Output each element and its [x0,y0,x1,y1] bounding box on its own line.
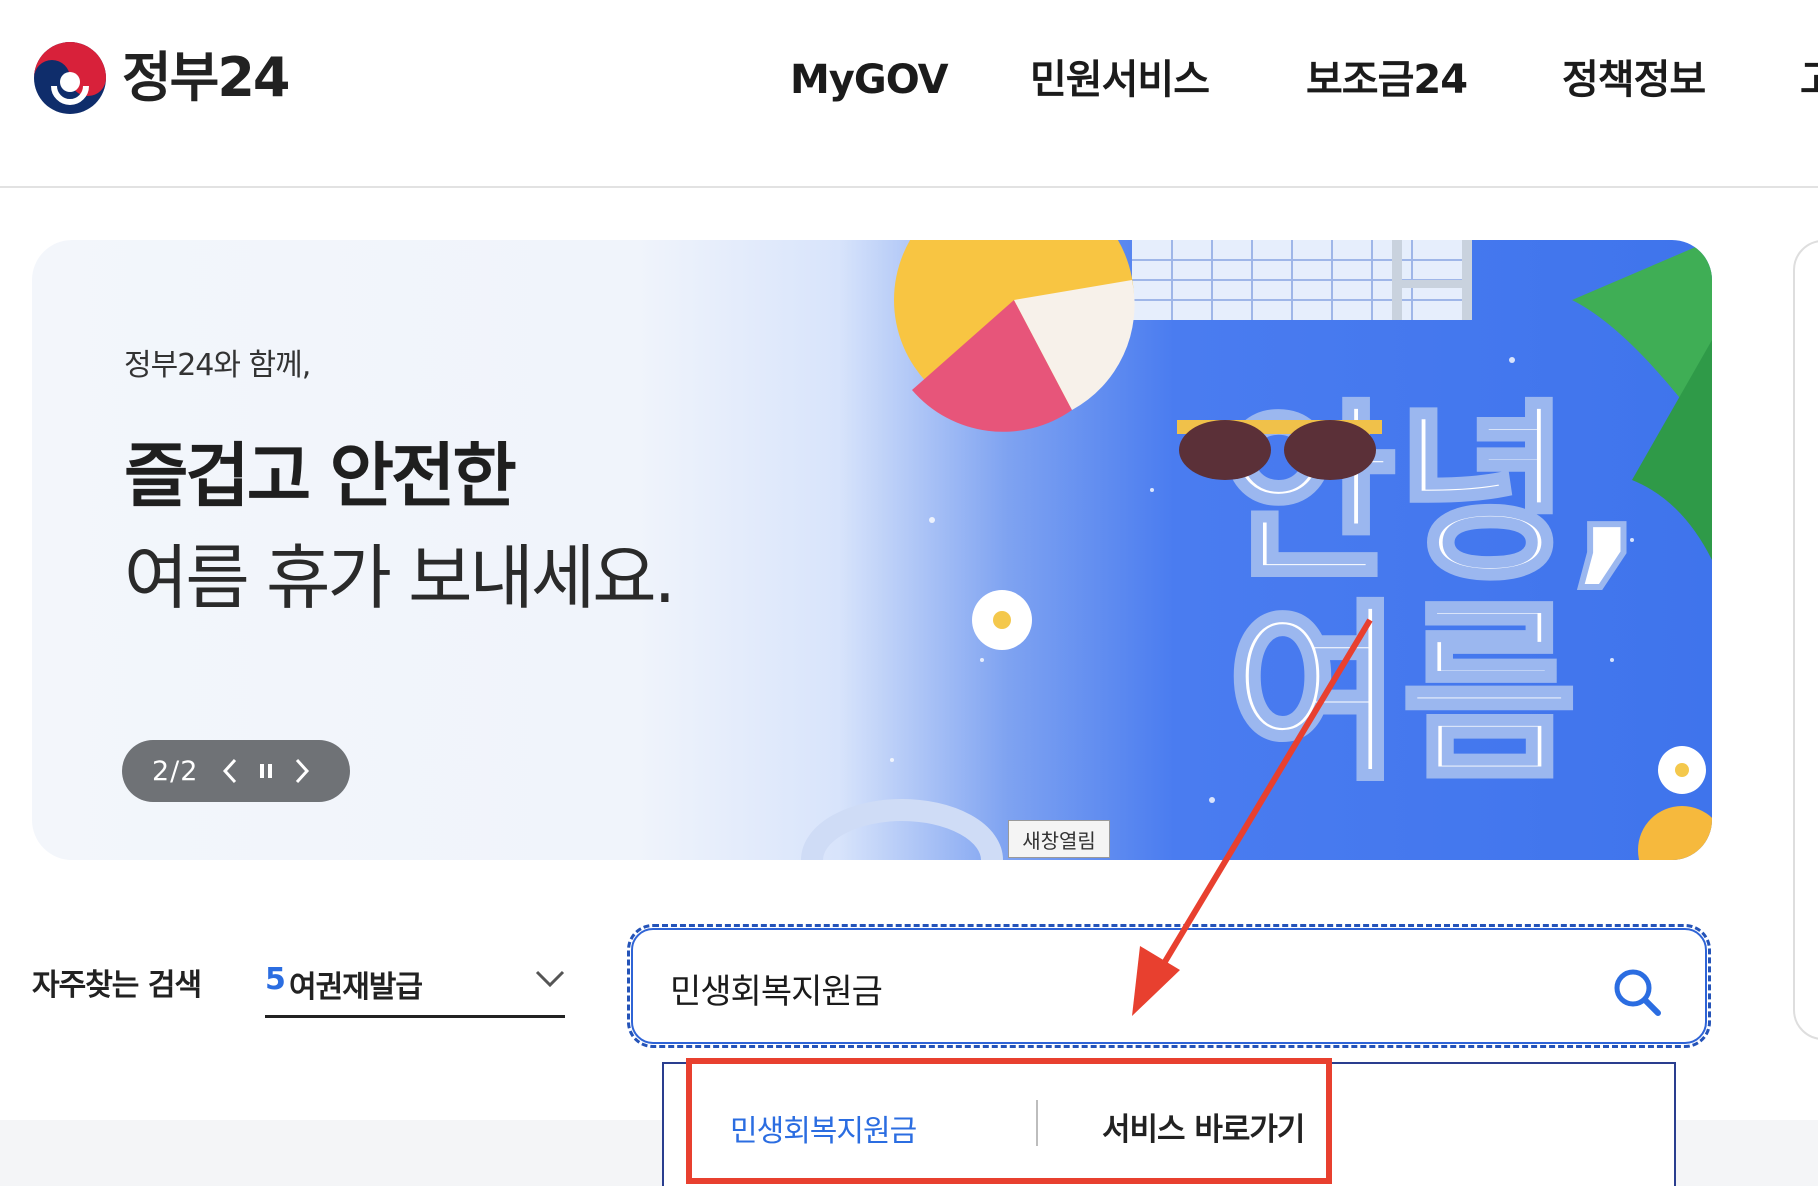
nav-item-policy-info[interactable]: 정책정보 [1562,50,1706,110]
main-navigation: MyGOV 민원서비스 보조금24 정책정보 고 [0,50,1818,110]
svg-text:여름: 여름 [1227,584,1577,805]
chevron-left-icon [223,758,237,784]
annotation-highlight-box [686,1058,1332,1184]
new-window-tooltip: 새창열림 [1008,820,1110,858]
nav-item-subsidy24[interactable]: 보조금24 [1306,50,1468,110]
svg-text:안녕,: 안녕, [1221,384,1643,605]
hero-banner[interactable]: 안녕, 여름 정부24와 함께, 즐겁고 안전한 여름 휴가 보내세요. 2/2 [32,240,1712,860]
search-icon [1614,969,1661,1016]
frequent-search-label: 자주찾는 검색 [32,968,202,1003]
nav-item-mygov[interactable]: MyGOV [790,50,949,110]
search-box [627,924,1711,1048]
banner-title-light: 여름 휴가 보내세요. [124,537,676,619]
prev-slide-button[interactable] [212,751,248,791]
banner-title-bold: 즐겁고 안전한 [124,435,517,517]
pause-icon [260,764,273,778]
chevron-down-icon [535,970,565,988]
site-header: 정부24 MyGOV 민원서비스 보조금24 정책정보 고 [0,0,1818,188]
frequent-search-rank: 5 [265,962,286,997]
banner-slider-controls: 2/2 [122,740,350,802]
nav-item-more[interactable]: 고 [1800,50,1818,110]
frequent-search-item: 여권재발급 [289,970,423,1005]
nav-item-civil-service[interactable]: 민원서비스 [1030,50,1210,110]
side-panel-card[interactable] [1793,240,1818,1040]
slide-counter: 2/2 [152,755,199,787]
chevron-right-icon [296,758,310,784]
banner-subtitle: 정부24와 함께, [124,348,311,383]
search-input[interactable] [670,961,1570,1015]
pause-slide-button[interactable] [248,751,284,791]
frequent-search-dropdown[interactable]: 5 여권재발급 [265,950,565,1018]
search-button[interactable] [1610,965,1664,1019]
next-slide-button[interactable] [284,751,320,791]
